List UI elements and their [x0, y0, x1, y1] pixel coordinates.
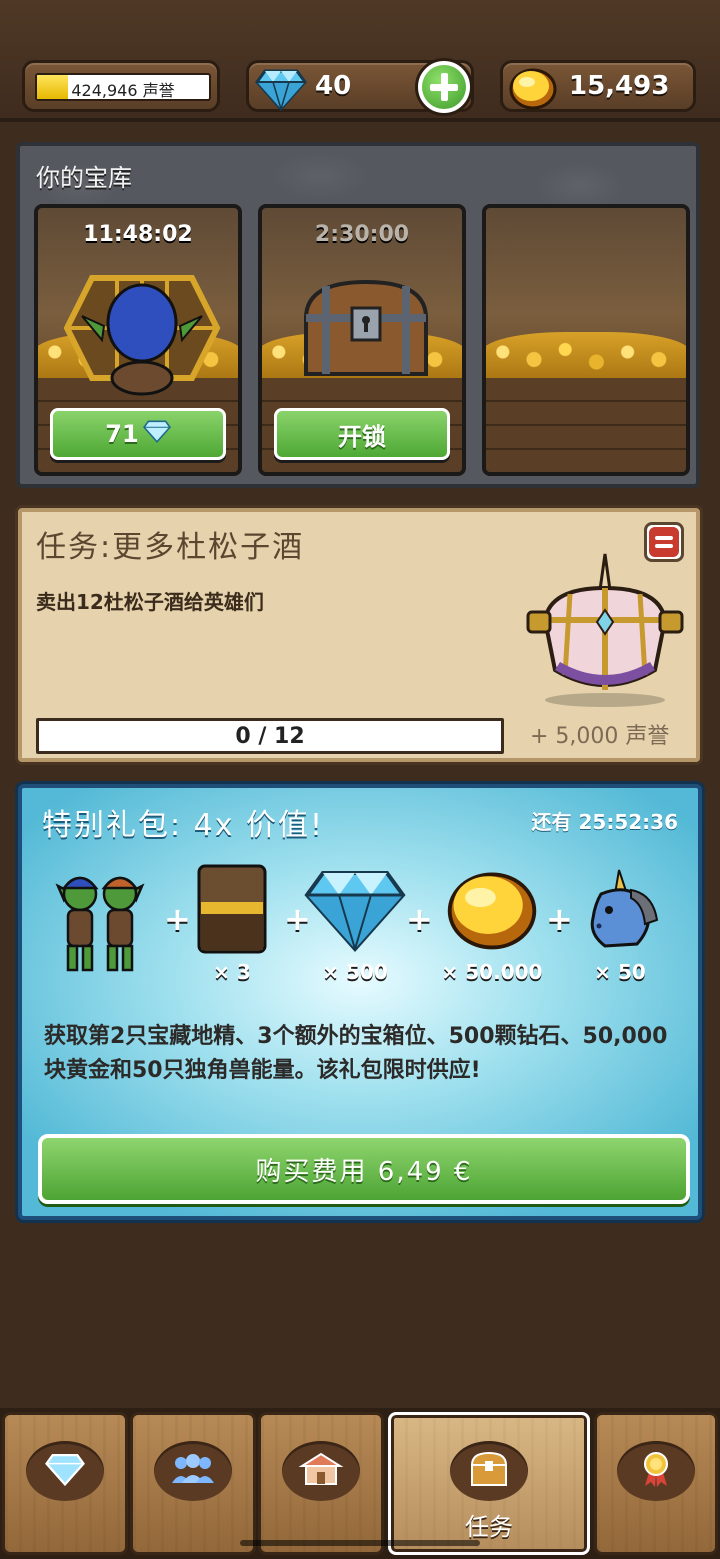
slot-timer: 2:30:00: [314, 222, 410, 247]
quest-chest-icon: [468, 1451, 510, 1491]
nav-icon-holder: [450, 1441, 528, 1501]
offer-item-gold: × 50.000: [432, 864, 552, 984]
quest-title: 任务:更多杜松子酒: [36, 530, 305, 565]
unlock-button[interactable]: 开锁: [274, 408, 450, 460]
gold-coin-icon: [507, 65, 559, 115]
goblin-cage-icon: [62, 268, 222, 402]
plus-sign: +: [546, 900, 573, 938]
nav-icon-holder: [154, 1441, 232, 1501]
vault-title: 你的宝库: [36, 164, 132, 192]
vault-panel: 你的宝库 11:48:02 71 2:30:00 开锁: [16, 142, 700, 488]
achievement-medal-icon: [639, 1450, 673, 1492]
tab-quests[interactable]: 任务: [388, 1412, 590, 1555]
reward-chest-icon: [520, 550, 690, 714]
tab-heroes[interactable]: [130, 1412, 256, 1555]
shop-icon: [298, 1452, 344, 1490]
gold-pile: [486, 332, 686, 382]
bottom-nav: 任务: [0, 1408, 720, 1559]
unicorn-icon: [575, 869, 665, 958]
vault-slot-3-empty[interactable]: [482, 204, 690, 476]
tab-gem-shop[interactable]: [2, 1412, 128, 1555]
buy-button-label: 购买费用 6,49 €: [255, 1156, 473, 1187]
gold-display: 15,493: [500, 60, 696, 112]
goblins-icon: [50, 876, 150, 980]
vault-slot-1[interactable]: 11:48:02 71: [34, 204, 242, 476]
vault-slot-2[interactable]: 2:30:00 开锁: [258, 204, 466, 476]
fame-value: 424,946 声誉: [71, 81, 175, 100]
heroes-icon: [171, 1453, 215, 1489]
quest-panel: 任务:更多杜松子酒 卖出12杜松子酒给英雄们 0 / 12 + 5,000 声誉: [18, 508, 700, 762]
offer-qty: × 500: [322, 960, 388, 984]
vault-slot-icon: [197, 864, 267, 958]
gold-count: 15,493: [569, 71, 670, 101]
speed-up-cost: 71: [105, 420, 139, 448]
home-indicator: [240, 1540, 480, 1546]
diamond-icon: [255, 67, 307, 115]
fame-display[interactable]: 424,946 声誉: [22, 60, 220, 112]
offer-item-diamonds: × 500: [302, 864, 408, 984]
nav-icon-holder: [26, 1441, 104, 1501]
unlock-label: 开锁: [338, 422, 386, 451]
offer-item-unicorn: × 50: [574, 864, 666, 984]
diamond-icon: [142, 419, 171, 449]
plus-sign: +: [406, 900, 433, 938]
add-gems-button[interactable]: [415, 58, 473, 116]
offer-description: 获取第2只宝藏地精、3个额外的宝箱位、500颗钻石、50,000块黄金和50只独…: [44, 1024, 668, 1083]
plus-icon: [422, 65, 466, 109]
gold-coin-icon: [442, 872, 542, 958]
speed-up-button[interactable]: 71: [50, 408, 226, 460]
diamond-icon: [303, 871, 407, 958]
tab-achievements[interactable]: [594, 1412, 718, 1555]
offer-title: 特别礼包: 4x 价值!: [42, 808, 325, 843]
gems-display: 40: [246, 58, 474, 116]
fame-progress-bar: 424,946 声誉: [35, 73, 211, 101]
nav-icon-holder: [282, 1441, 360, 1501]
gems-count: 40: [315, 71, 352, 101]
quest-reward: + 5,000 声誉: [530, 724, 670, 749]
tab-shop[interactable]: [258, 1412, 384, 1555]
quest-description: 卖出12杜松子酒给英雄们: [36, 590, 264, 614]
nav-icon-holder: [617, 1441, 695, 1501]
wooden-chest-icon: [286, 268, 446, 392]
offer-qty: × 50: [594, 960, 646, 984]
offer-item-goblins: [50, 864, 150, 980]
plus-sign: +: [164, 900, 191, 938]
gem-shop-icon: [45, 1452, 85, 1490]
tab-quests-label: 任务: [465, 1513, 513, 1541]
wood-floor: [486, 378, 686, 472]
slot-timer: 11:48:02: [83, 222, 193, 247]
top-bar: 424,946 声誉 40 15,493: [0, 0, 720, 122]
offer-item-vault-slot: × 3: [196, 864, 268, 984]
buy-button[interactable]: 购买费用 6,49 €: [38, 1134, 690, 1204]
special-offer-panel: 特别礼包: 4x 价值! 还有 25:52:36 + × 3 + × 500 +…: [18, 784, 702, 1220]
quest-progress-value: 0 / 12: [235, 724, 305, 749]
offer-qty: × 50.000: [441, 960, 543, 984]
quest-progress-bar: 0 / 12: [36, 718, 504, 754]
offer-timer: 还有 25:52:36: [531, 810, 678, 834]
offer-qty: × 3: [213, 960, 251, 984]
